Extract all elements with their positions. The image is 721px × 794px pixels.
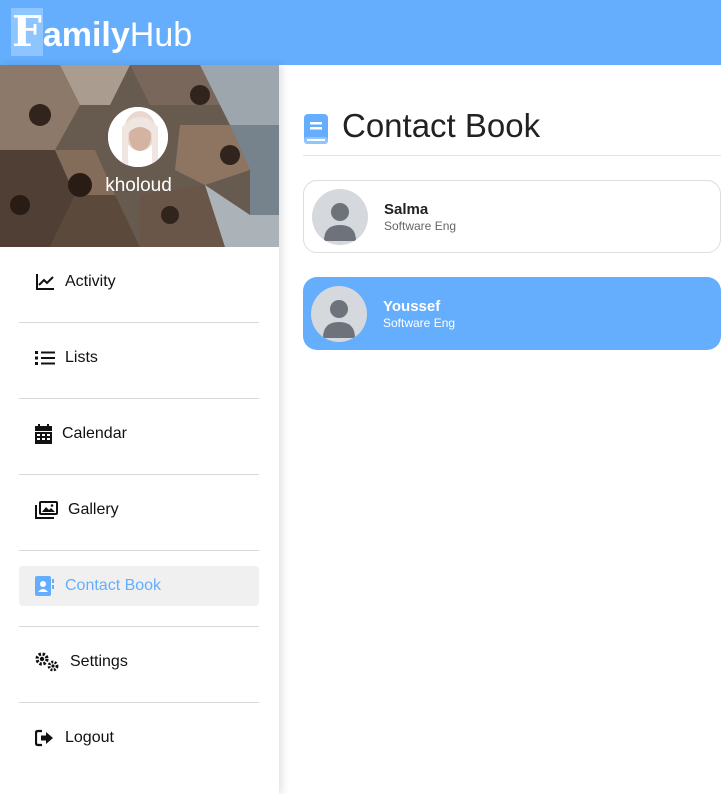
profile-avatar-image: [108, 107, 168, 167]
person-icon: [324, 202, 356, 241]
sidebar-label-contact-book: Contact Book: [65, 577, 162, 594]
contact-card-salma[interactable]: Salma Software Eng: [303, 180, 721, 253]
sidebar-item-gallery: Gallery: [19, 475, 259, 551]
gallery-icon: [34, 499, 58, 521]
sidebar-item-settings: Settings: [19, 627, 259, 703]
logout-icon: [34, 727, 56, 749]
sidebar-label-lists: Lists: [65, 349, 98, 366]
app-logo[interactable]: Family Hub: [11, 8, 192, 58]
sidebar-item-activity: Activity: [19, 247, 259, 323]
contact-book-icon: [34, 575, 56, 597]
calendar-icon: [34, 423, 52, 445]
sidebar-button-calendar[interactable]: Calendar: [19, 414, 259, 454]
profile-avatar[interactable]: [108, 107, 168, 167]
sidebar-button-lists[interactable]: Lists: [19, 338, 259, 378]
chart-line-icon: [34, 271, 56, 293]
logo-light-text: Hub: [129, 16, 193, 54]
page-title: Contact Book: [342, 107, 541, 144]
sidebar-label-activity: Activity: [65, 273, 116, 290]
sidebar-item-lists: Lists: [19, 323, 259, 399]
sidebar-item-contact-book: Contact Book: [19, 551, 259, 627]
sidebar-label-settings: Settings: [70, 653, 128, 670]
contact-name: Salma: [384, 200, 429, 218]
sidebar-label-gallery: Gallery: [68, 501, 119, 518]
list-icon: [34, 347, 56, 369]
sidebar-label-calendar: Calendar: [62, 425, 127, 442]
contact-avatar: [311, 285, 367, 342]
sidebar-button-logout[interactable]: Logout: [19, 718, 259, 758]
contact-name: Youssef: [383, 297, 441, 315]
sidebar-button-contact-book[interactable]: Contact Book: [19, 566, 259, 606]
sidebar-button-activity[interactable]: Activity: [19, 262, 259, 302]
contact-info: Salma Software Eng: [384, 201, 456, 233]
sidebar-item-calendar: Calendar: [19, 399, 259, 475]
logo-initial: F: [11, 7, 43, 56]
contact-role: Software Eng: [384, 218, 457, 233]
gears-icon: [34, 651, 60, 673]
profile-name: kholoud: [105, 175, 172, 196]
contact-role: Software Eng: [383, 315, 456, 330]
profile-cover-photo: kholoud: [0, 65, 279, 247]
logo-bold-text: amily: [42, 16, 130, 54]
sidebar-item-logout: Logout: [19, 703, 259, 779]
sidebar-menu: Activity Lists Calendar Gallery Contact …: [19, 247, 259, 779]
person-icon: [323, 299, 355, 338]
page-header: Contact Book: [303, 105, 721, 156]
contact-avatar: [312, 188, 368, 245]
app-header: Family Hub: [0, 0, 721, 65]
contact-info: Youssef Software Eng: [383, 298, 455, 330]
sidebar: kholoud Activity Lists Calendar Gallery …: [0, 65, 279, 794]
sidebar-button-settings[interactable]: Settings: [19, 642, 259, 682]
sidebar-label-logout: Logout: [65, 729, 114, 746]
address-book-icon: [303, 114, 331, 146]
contact-card-youssef[interactable]: Youssef Software Eng: [303, 277, 721, 350]
sidebar-button-gallery[interactable]: Gallery: [19, 490, 259, 530]
